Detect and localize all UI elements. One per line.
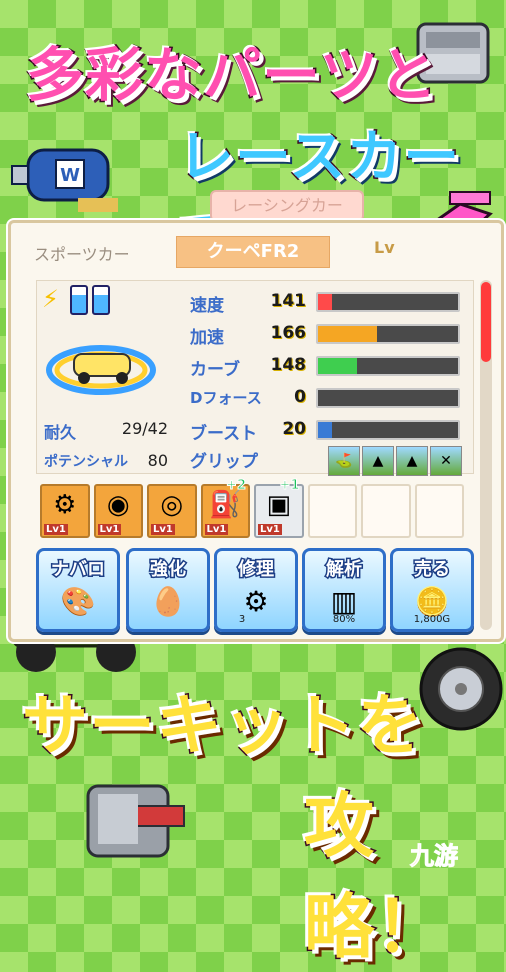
panel-title: レーシングカー <box>210 190 364 222</box>
tire-icon <box>418 646 504 732</box>
nitro-tank-icon: W <box>8 138 128 218</box>
headline-line-1: 多彩なパーツと <box>25 40 439 111</box>
stat-downforce-bar <box>316 388 460 408</box>
stat-curve-fill <box>318 358 358 374</box>
stat-curve-value: 148 <box>270 355 307 375</box>
stat-downforce-value: 0 <box>294 387 306 407</box>
level-label: Lv <box>374 238 395 257</box>
part-slot-empty[interactable] <box>414 484 464 538</box>
battery-icon <box>92 285 110 315</box>
stat-accel-label: 加速 <box>190 328 224 348</box>
part-slot-engine[interactable]: ⚙ Lv1 <box>40 484 90 538</box>
part-plus: +1 <box>279 478 300 494</box>
button-sell[interactable]: 売る 🪙 1,800G <box>390 548 474 632</box>
button-paint[interactable]: ナバロ 🎨 <box>36 548 120 632</box>
engine-part-icon <box>72 770 192 880</box>
stat-curve-label: カーブ <box>190 360 240 380</box>
button-analyze[interactable]: 解析 ▥ 80% <box>302 548 386 632</box>
part-slot-chip[interactable]: ▣ +1 Lv1 <box>254 478 304 538</box>
road-icon: ⛳ <box>328 446 360 476</box>
part-level: Lv1 <box>204 524 229 535</box>
part-level: Lv1 <box>151 524 175 535</box>
button-upgrade[interactable]: 強化 🥚 <box>126 548 210 632</box>
egg-icon: 🥚 <box>150 585 186 618</box>
car-category: スポーツカー <box>34 245 130 264</box>
stat-accel-bar <box>316 324 460 344</box>
stat-boost-label: ブースト <box>190 424 258 444</box>
mountain-icon: ▲ <box>362 446 394 476</box>
fuel-can-icon: ⛽ <box>209 490 242 520</box>
stat-boost-bar <box>316 420 460 440</box>
svg-text:W: W <box>60 165 80 186</box>
stat-speed-label: 速度 <box>190 296 224 316</box>
car-name[interactable]: クーペFR2 <box>176 236 330 268</box>
durability-value: 29/42 <box>121 419 168 438</box>
stat-accel-fill <box>318 326 377 342</box>
part-plus: +2 <box>226 478 247 494</box>
button-sub: 3 <box>238 614 246 625</box>
lightning-icon: ⚡ <box>42 285 59 313</box>
car-thumbnail-icon <box>46 336 156 396</box>
durability-label: 耐久 <box>44 423 77 442</box>
headline-line-3: サーキットを <box>21 686 425 766</box>
watermark-logo: 九游 <box>410 842 459 871</box>
stat-speed-value: 141 <box>270 291 307 311</box>
chip-icon: ▣ <box>266 490 292 520</box>
part-slot-wheel[interactable]: ◎ Lv1 <box>147 484 197 538</box>
wheel-icon: ◎ <box>160 490 184 520</box>
button-label: 解析 <box>325 558 364 582</box>
paint-icon: 🎨 <box>60 585 96 618</box>
stat-curve-bar <box>316 356 460 376</box>
stat-speed-bar <box>316 292 460 312</box>
stat-boost-fill <box>318 422 332 438</box>
engine-icon: ⚙ <box>53 490 77 520</box>
button-label: 強化 <box>149 558 188 582</box>
button-sub: 1,800G <box>413 614 451 625</box>
part-slot-empty[interactable] <box>307 484 357 538</box>
scrollbar-thumb[interactable] <box>481 282 491 362</box>
stat-accel-value: 166 <box>270 323 307 343</box>
tire-icon: ◉ <box>106 490 130 520</box>
part-slot-tire[interactable]: ◉ Lv1 <box>93 484 143 538</box>
part-level: Lv1 <box>258 524 282 535</box>
stat-boost-value: 20 <box>282 419 306 439</box>
button-label: 売る <box>413 558 452 582</box>
potential-value: 80 <box>147 451 168 470</box>
button-repair[interactable]: 修理 ⚙ 3 <box>214 548 298 632</box>
part-slot-empty[interactable] <box>361 484 411 538</box>
battery-icon <box>70 285 88 315</box>
part-level: Lv1 <box>44 524 68 535</box>
mountain-icon: ▲ <box>396 446 428 476</box>
parts-slots: ⚙ Lv1 ◉ Lv1 ◎ Lv1 ⛽ +2 Lv1 ▣ +1 Lv1 <box>40 478 464 538</box>
part-slot-fuel[interactable]: ⛽ +2 Lv1 <box>200 478 250 538</box>
button-sub: 80% <box>332 614 356 625</box>
stat-downforce-label: Dフォース <box>190 389 262 407</box>
button-label: 修理 <box>237 558 276 582</box>
status-icons: ⚡ <box>42 285 110 315</box>
headline-line-4: 攻略！ <box>303 784 447 970</box>
part-level: Lv1 <box>97 524 122 535</box>
snow-icon: ✕ <box>430 446 462 476</box>
stat-speed-fill <box>318 294 332 310</box>
grip-label: グリップ <box>190 452 258 472</box>
button-label: ナバロ <box>50 558 107 582</box>
